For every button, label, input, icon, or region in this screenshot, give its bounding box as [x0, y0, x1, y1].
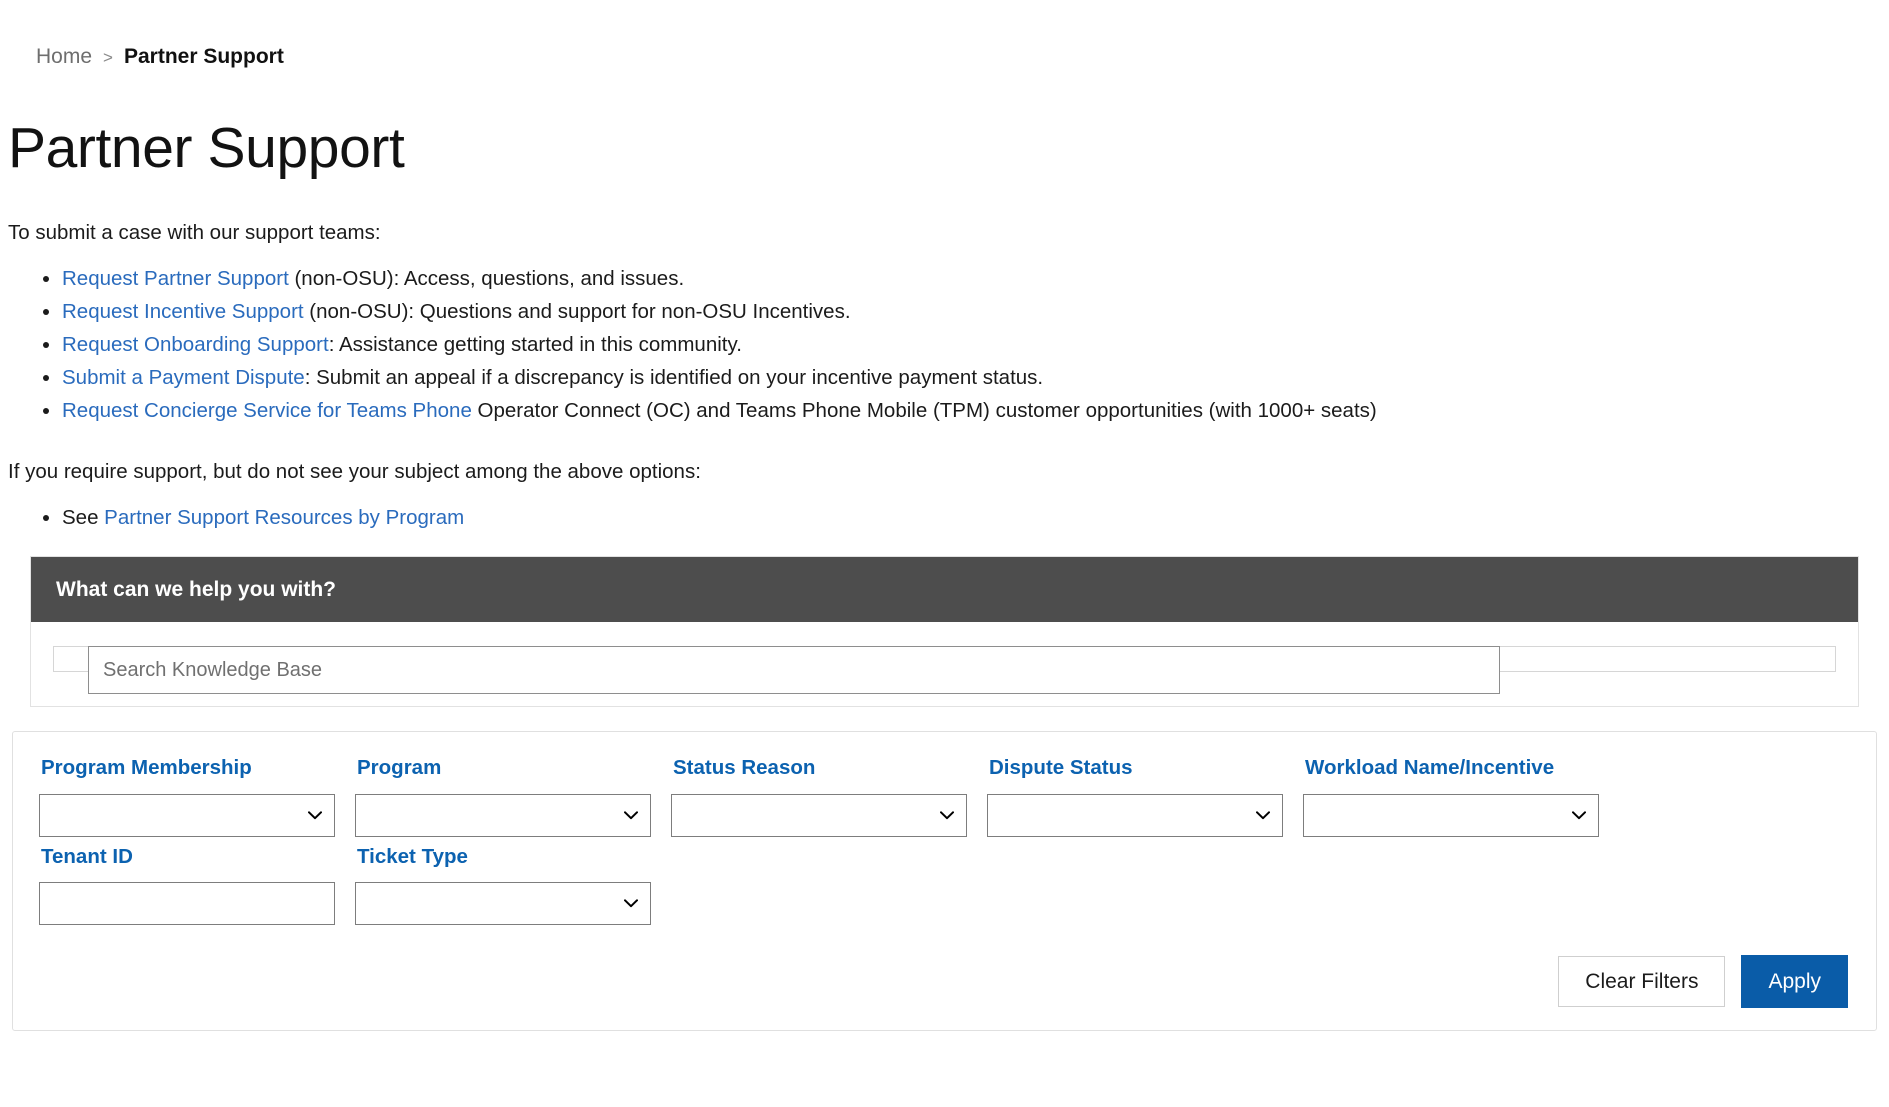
program-select[interactable]: [355, 793, 651, 837]
no-subject-note: If you require support, but do not see y…: [8, 460, 701, 484]
clear-filters-button[interactable]: Clear Filters: [1558, 956, 1726, 1008]
list-item-text: Operator Connect (OC) and Teams Phone Mo…: [471, 399, 1377, 423]
search-input[interactable]: [88, 646, 1500, 695]
breadcrumb: Home > Partner Support: [0, 0, 1889, 67]
filter-field-tenant-id: Tenant ID: [39, 844, 337, 926]
filter-field-status-reason: Status Reason: [671, 758, 969, 837]
list-item: See Partner Support Resources by Program: [62, 504, 1889, 532]
select-wrap-program-membership: [39, 793, 335, 837]
list-item-text: (non-OSU): Access, questions, and issues…: [288, 266, 685, 290]
filter-row-2: Tenant ID Ticket Type: [39, 844, 1850, 926]
list-item: Request Incentive Support (non-OSU): Que…: [62, 298, 1889, 326]
submit-payment-dispute-link[interactable]: Submit a Payment Dispute: [62, 366, 305, 389]
list-item-text: : Submit an appeal if a discrepancy is i…: [304, 366, 1044, 390]
apply-button[interactable]: Apply: [1741, 955, 1848, 1009]
list-item: Request Partner Support (non-OSU): Acces…: [62, 265, 1889, 293]
resources-prefix: See: [62, 506, 105, 530]
workload-name-incentive-select[interactable]: [1303, 793, 1599, 837]
filter-label-program-membership: Program Membership: [41, 756, 252, 780]
list-item: Request Onboarding Support: Assistance g…: [62, 331, 1889, 359]
filter-field-program: Program: [355, 758, 653, 837]
list-item: Request Concierge Service for Teams Phon…: [62, 397, 1889, 425]
filter-label-program: Program: [357, 756, 442, 780]
list-item: Submit a Payment Dispute: Submit an appe…: [62, 364, 1889, 392]
knowledge-base-panel: What can we help you with?: [30, 556, 1859, 708]
filter-field-dispute-status: Dispute Status: [987, 758, 1285, 837]
select-wrap-workload-name-incentive: [1303, 793, 1599, 837]
filter-row-1: Program Membership Program Status Reason: [39, 758, 1850, 837]
filter-label-ticket-type: Ticket Type: [357, 844, 468, 868]
filter-actions: Clear Filters Apply: [39, 955, 1850, 1009]
request-partner-support-link[interactable]: Request Partner Support: [62, 267, 289, 290]
breadcrumb-home-link[interactable]: Home: [36, 46, 92, 67]
status-reason-select[interactable]: [671, 793, 967, 837]
filter-field-program-membership: Program Membership: [39, 758, 337, 837]
filter-panel: Program Membership Program Status Reason: [12, 731, 1877, 1032]
list-item-text: (non-OSU): Questions and support for non…: [303, 299, 851, 323]
ticket-type-select[interactable]: [355, 882, 651, 926]
program-membership-select[interactable]: [39, 793, 335, 837]
dispute-status-select[interactable]: [987, 793, 1283, 837]
knowledge-base-body: [31, 622, 1858, 706]
filter-label-status-reason: Status Reason: [673, 756, 816, 780]
filter-field-ticket-type: Ticket Type: [355, 844, 653, 926]
select-wrap-dispute-status: [987, 793, 1283, 837]
breadcrumb-separator: >: [103, 48, 113, 67]
breadcrumb-current: Partner Support: [123, 45, 284, 68]
request-concierge-service-link[interactable]: Request Concierge Service for Teams Phon…: [62, 399, 472, 422]
intro-text: To submit a case with our support teams:: [8, 220, 381, 244]
knowledge-base-header: What can we help you with?: [31, 557, 1858, 623]
partner-support-resources-link[interactable]: Partner Support Resources by Program: [104, 506, 464, 529]
list-item-text: : Assistance getting started in this com…: [328, 332, 742, 356]
filter-label-dispute-status: Dispute Status: [989, 756, 1133, 780]
resources-list: See Partner Support Resources by Program: [0, 504, 1889, 532]
request-incentive-support-link[interactable]: Request Incentive Support: [62, 300, 304, 323]
filter-label-tenant-id: Tenant ID: [41, 844, 133, 868]
filter-label-workload-name-incentive: Workload Name/Incentive: [1305, 756, 1555, 780]
select-wrap-status-reason: [671, 793, 967, 837]
page-title: Partner Support: [8, 116, 405, 180]
select-wrap-ticket-type: [355, 882, 651, 926]
support-options-list: Request Partner Support (non-OSU): Acces…: [0, 265, 1889, 425]
filter-field-workload-name-incentive: Workload Name/Incentive: [1303, 758, 1601, 837]
select-wrap-program: [355, 793, 651, 837]
request-onboarding-support-link[interactable]: Request Onboarding Support: [62, 333, 329, 356]
tenant-id-input[interactable]: [39, 882, 335, 926]
